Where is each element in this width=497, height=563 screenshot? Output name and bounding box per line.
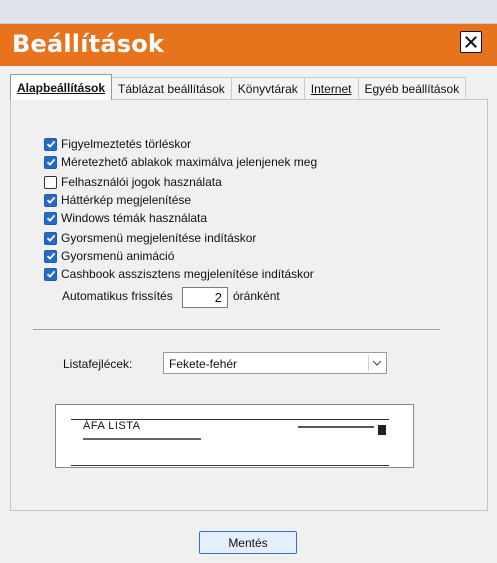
window-title: Beállítások bbox=[12, 30, 165, 58]
option-label: Windows témák használata bbox=[61, 211, 208, 225]
option-label: Háttérkép megjelenítése bbox=[61, 193, 192, 207]
preview-header-right-placeholder bbox=[298, 425, 374, 431]
checkbox-checked[interactable] bbox=[44, 267, 57, 281]
option-windows-temak[interactable]: Windows témák használata bbox=[44, 210, 207, 226]
check-icon bbox=[46, 252, 55, 260]
save-button[interactable]: Mentés bbox=[199, 531, 297, 554]
checkbox-checked[interactable] bbox=[44, 193, 57, 207]
checkbox-checked[interactable] bbox=[44, 249, 57, 263]
option-label: Gyorsmenü megjelenítése indításkor bbox=[61, 231, 257, 245]
preview-title: ÁFA LISTA bbox=[83, 420, 141, 432]
checkbox-checked[interactable] bbox=[44, 155, 57, 169]
close-button[interactable] bbox=[460, 31, 482, 53]
tab-alapbeallitasok[interactable]: Alapbeállítások bbox=[10, 74, 113, 100]
option-label: Cashbook asszisztens megjelenítése indít… bbox=[61, 267, 314, 281]
check-icon bbox=[46, 214, 55, 222]
checkbox-checked[interactable] bbox=[44, 137, 57, 151]
checkbox-checked[interactable] bbox=[44, 211, 57, 225]
settings-panel: Figyelmeztetés törléskor Méretezhető abl… bbox=[10, 99, 488, 511]
tab-egyeb-beallitasok[interactable]: Egyéb beállítások bbox=[358, 77, 467, 100]
title-bar: Beállítások bbox=[0, 24, 497, 66]
checkbox-unchecked[interactable] bbox=[44, 175, 57, 189]
tab-bar: Alapbeállítások Táblázat beállítások Kön… bbox=[10, 74, 467, 100]
option-gyorsmenu-animacio[interactable]: Gyorsmenü animáció bbox=[44, 248, 174, 264]
checkbox-checked[interactable] bbox=[44, 231, 57, 245]
list-header-selected-value: Fekete-fehér bbox=[169, 357, 238, 371]
tab-tablazat-beallitasok[interactable]: Táblázat beállítások bbox=[112, 77, 232, 100]
check-icon bbox=[46, 158, 55, 166]
divider bbox=[33, 329, 440, 330]
chevron-down-icon[interactable] bbox=[368, 355, 384, 371]
check-icon bbox=[46, 270, 55, 278]
tab-konyvtarak[interactable]: Könyvtárak bbox=[231, 77, 305, 100]
refresh-unit-label: óránként bbox=[233, 289, 280, 303]
option-gyorsmenu-inditaskor[interactable]: Gyorsmenü megjelenítése indításkor bbox=[44, 230, 256, 246]
option-meretezheto-ablakok[interactable]: Méretezhető ablakok maximálva jelenjenek… bbox=[44, 154, 317, 170]
option-figyelmeztetes-torleskor[interactable]: Figyelmeztetés törléskor bbox=[44, 136, 191, 152]
option-felhasznaloi-jogok[interactable]: Felhasználói jogok használata bbox=[44, 174, 222, 190]
option-label: Gyorsmenü animáció bbox=[61, 249, 175, 263]
tab-internet[interactable]: Internet bbox=[304, 77, 359, 100]
refresh-interval-input[interactable]: 2 bbox=[182, 287, 228, 308]
option-label: Figyelmeztetés törléskor bbox=[61, 137, 192, 151]
check-icon bbox=[46, 234, 55, 242]
refresh-label: Automatikus frissítés bbox=[62, 289, 173, 303]
preview-logo-icon bbox=[378, 425, 386, 435]
option-hatterkep[interactable]: Háttérkép megjelenítése bbox=[44, 192, 191, 208]
save-button-label: Mentés bbox=[228, 535, 268, 550]
preview-header-rule bbox=[71, 465, 389, 466]
list-header-select[interactable]: Fekete-fehér bbox=[163, 352, 387, 374]
option-cashbook-asszisztens[interactable]: Cashbook asszisztens megjelenítése indít… bbox=[44, 266, 314, 282]
list-header-label: Listafejlécek: bbox=[63, 357, 133, 371]
option-label: Felhasználói jogok használata bbox=[61, 175, 222, 189]
preview-subtitle-placeholder bbox=[83, 437, 203, 443]
option-label: Méretezhető ablakok maximálva jelenjenek… bbox=[61, 155, 318, 169]
close-icon bbox=[465, 36, 477, 48]
window-top-strip bbox=[0, 0, 497, 24]
check-icon bbox=[46, 196, 55, 204]
check-icon bbox=[46, 140, 55, 148]
list-header-preview: ÁFA LISTA bbox=[55, 404, 414, 468]
